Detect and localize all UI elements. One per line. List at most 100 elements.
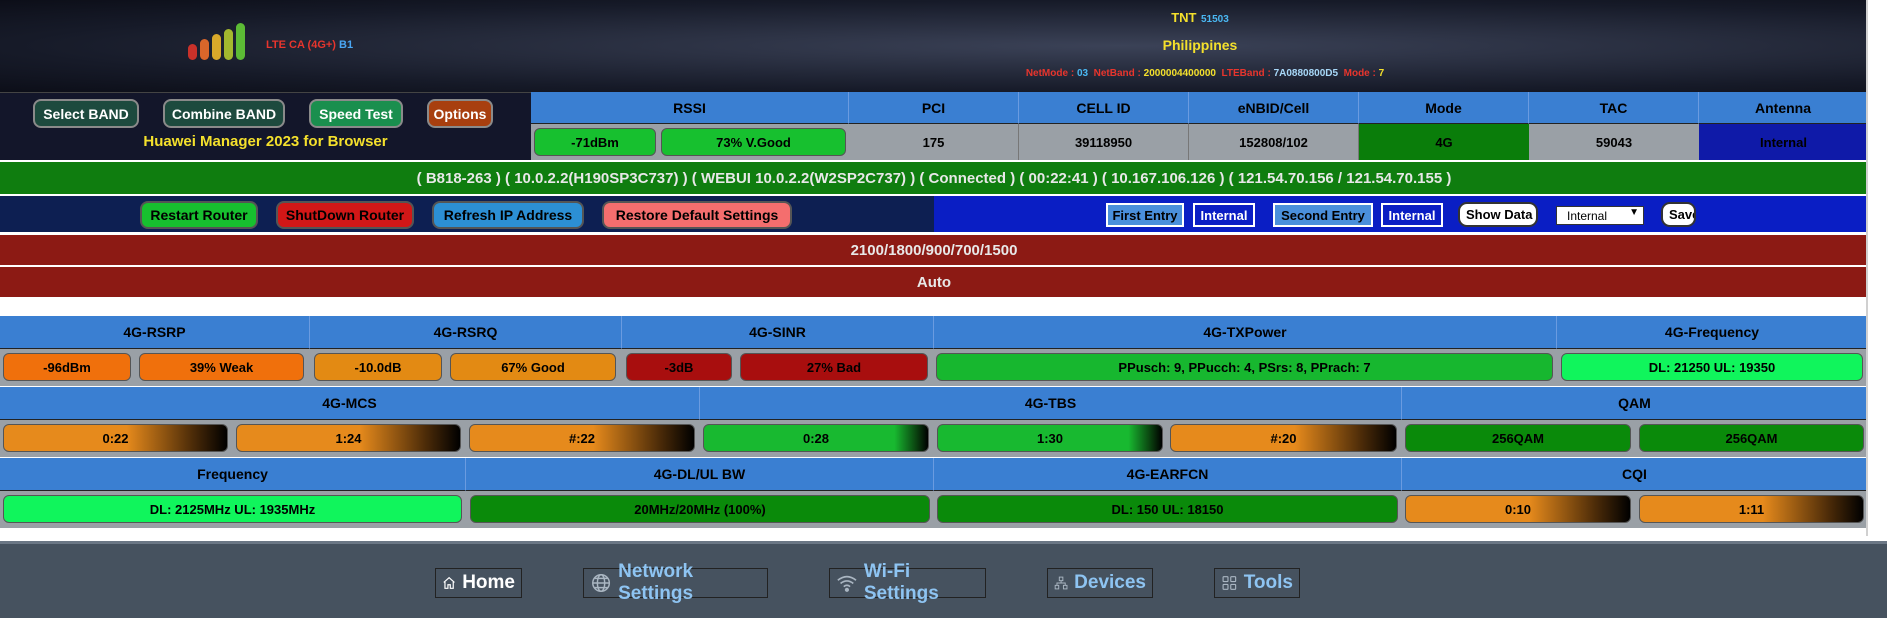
first-internal-field[interactable]: Internal xyxy=(1193,203,1255,227)
restart-router-button[interactable]: Restart Router xyxy=(140,201,258,229)
band-label: B1 xyxy=(339,39,354,51)
speed-test-button[interactable]: Speed Test xyxy=(309,99,403,128)
chevron-down-icon: ▼ xyxy=(1629,207,1639,218)
rssi-value: -71dBm xyxy=(534,128,656,156)
second-internal-field[interactable]: Internal xyxy=(1381,203,1443,227)
antenna-select-value: Internal xyxy=(1567,208,1608,223)
combine-band-button[interactable]: Combine BAND xyxy=(163,99,285,128)
connection-info-bar: ( B818-263 ) ( 10.0.2.2(H190SP3C737) ) (… xyxy=(0,162,1868,194)
tbs-0-value: 0:28 xyxy=(703,424,929,452)
nav-home-label: Home xyxy=(462,572,515,593)
mcs-0-value: 0:22 xyxy=(3,424,228,452)
netmode-value: 03 xyxy=(1076,68,1089,79)
antenna-value: Internal xyxy=(1699,124,1868,160)
txpower-header: 4G-TXPower xyxy=(934,316,1557,349)
nav-tools-label: Tools xyxy=(1243,572,1293,593)
nav-devices-label: Devices xyxy=(1074,572,1146,593)
tbs-header: 4G-TBS xyxy=(700,387,1402,420)
earfcn-header: 4G-EARFCN xyxy=(934,458,1402,491)
nav-home[interactable]: Home xyxy=(435,568,522,598)
first-entry-input[interactable]: First Entry xyxy=(1106,203,1184,227)
tac-value: 59043 xyxy=(1529,124,1699,160)
second-entry-input[interactable]: Second Entry xyxy=(1273,203,1373,227)
globe-icon xyxy=(592,573,611,593)
shutdown-router-button[interactable]: ShutDown Router xyxy=(276,201,414,229)
nav-tools[interactable]: Tools xyxy=(1214,568,1300,598)
carrier-code: 51503 xyxy=(1200,14,1229,25)
bottom-nav: Home Network Settings Wi-Fi Settings Dev… xyxy=(0,541,1887,618)
qam-header: QAM xyxy=(1402,387,1868,420)
pci-value: 175 xyxy=(849,124,1019,160)
mode-header: Mode xyxy=(1359,92,1529,124)
antenna-header: Antenna xyxy=(1699,92,1868,124)
bandwidth-header: 4G-DL/UL BW xyxy=(466,458,934,491)
show-data-button[interactable]: Show Data xyxy=(1458,202,1538,227)
mode-value: 7 xyxy=(1378,68,1385,79)
select-band-button[interactable]: Select BAND xyxy=(33,99,139,128)
header-bar: LTE CA (4G+) B1 TNT 51503 Philippines Ne… xyxy=(0,0,1868,92)
cellid-value: 39118950 xyxy=(1019,124,1189,160)
antenna-select[interactable]: Internal ▼ xyxy=(1556,206,1644,225)
bands-banner: 2100/1800/900/700/1500 xyxy=(0,235,1868,265)
pci-header: PCI xyxy=(849,92,1019,124)
lte-mode-label: LTE CA (4G+) xyxy=(266,39,336,51)
sinr-value: -3dB xyxy=(626,353,732,381)
frequency-value: DL: 21250 UL: 19350 xyxy=(1561,353,1863,381)
save-label: Save xyxy=(1669,207,1694,222)
nav-wifi-settings[interactable]: Wi-Fi Settings xyxy=(829,561,986,604)
lteband-label: LTEBand : xyxy=(1221,68,1271,79)
mode-label: Mode : xyxy=(1343,68,1376,79)
restore-defaults-button[interactable]: Restore Default Settings xyxy=(602,201,792,229)
rsrq-header: 4G-RSRQ xyxy=(310,316,622,349)
nav-devices[interactable]: Devices xyxy=(1047,568,1153,598)
mcs-2-value: #:22 xyxy=(469,424,695,452)
options-button[interactable]: Options xyxy=(427,99,493,128)
sinr-quality: 27% Bad xyxy=(740,353,928,381)
enbid-header: eNBID/Cell xyxy=(1189,92,1359,124)
lteband-value: 7A0880800D5 xyxy=(1273,68,1339,79)
signal-table: 4G-RSRP 4G-RSRQ 4G-SINR 4G-TXPower 4G-Fr… xyxy=(0,316,1868,386)
save-button[interactable]: Save xyxy=(1661,202,1696,227)
tac-header: TAC xyxy=(1529,92,1699,124)
frequency-mhz-header: Frequency xyxy=(0,458,466,491)
cqi-header: CQI xyxy=(1402,458,1868,491)
rssi-quality: 73% V.Good xyxy=(661,128,846,156)
mode-value-cell: 4G xyxy=(1359,124,1529,160)
cqi-1-value: 1:11 xyxy=(1639,495,1864,523)
netband-value: 2000004400000 xyxy=(1143,68,1216,79)
mcs-1-value: 1:24 xyxy=(236,424,461,452)
earfcn-value: DL: 150 UL: 18150 xyxy=(937,495,1398,523)
control-panel: Select BAND Combine BAND Speed Test Opti… xyxy=(0,92,531,160)
enbid-value: 152808/102 xyxy=(1189,124,1359,160)
tbs-2-value: #:20 xyxy=(1170,424,1397,452)
modulation-table: 4G-MCS 4G-TBS QAM 0:22 1:24 #:22 0:28 1:… xyxy=(0,387,1868,457)
sinr-header: 4G-SINR xyxy=(622,316,934,349)
app-title: Huawei Manager 2023 for Browser xyxy=(143,133,388,150)
show-data-label: Show Data xyxy=(1466,207,1533,222)
nav-wifi-label: Wi-Fi Settings xyxy=(863,561,939,604)
cellid-header: CELL ID xyxy=(1019,92,1189,124)
country-label: Philippines xyxy=(1162,37,1238,53)
qam-1-value: 256QAM xyxy=(1639,424,1864,452)
netmode-label: NetMode : xyxy=(1025,68,1075,79)
rsrq-value: -10.0dB xyxy=(314,353,442,381)
frequency-header: 4G-Frequency xyxy=(1557,316,1868,349)
rsrp-quality: 39% Weak xyxy=(139,353,304,381)
devices-icon xyxy=(1054,576,1068,590)
rssi-header: RSSI xyxy=(531,92,849,124)
rsrq-quality: 67% Good xyxy=(450,353,616,381)
bandwidth-value: 20MHz/20MHz (100%) xyxy=(470,495,930,523)
auto-banner: Auto xyxy=(0,267,1868,297)
carrier-table: Frequency 4G-DL/UL BW 4G-EARFCN CQI DL: … xyxy=(0,458,1868,528)
mcs-header: 4G-MCS xyxy=(0,387,700,420)
netband-label: NetBand : xyxy=(1093,68,1141,79)
wifi-icon xyxy=(837,575,857,592)
tbs-1-value: 1:30 xyxy=(937,424,1163,452)
rsrp-header: 4G-RSRP xyxy=(0,316,310,349)
nav-network-settings[interactable]: Network Settings xyxy=(583,561,768,604)
signal-bars-icon xyxy=(188,22,256,60)
txpower-value: PPusch: 9, PPucch: 4, PSrs: 8, PPrach: 7 xyxy=(936,353,1553,381)
refresh-ip-button[interactable]: Refresh IP Address xyxy=(432,201,584,229)
rsrp-value: -96dBm xyxy=(3,353,131,381)
nav-network-label: Network Settings xyxy=(618,561,694,604)
